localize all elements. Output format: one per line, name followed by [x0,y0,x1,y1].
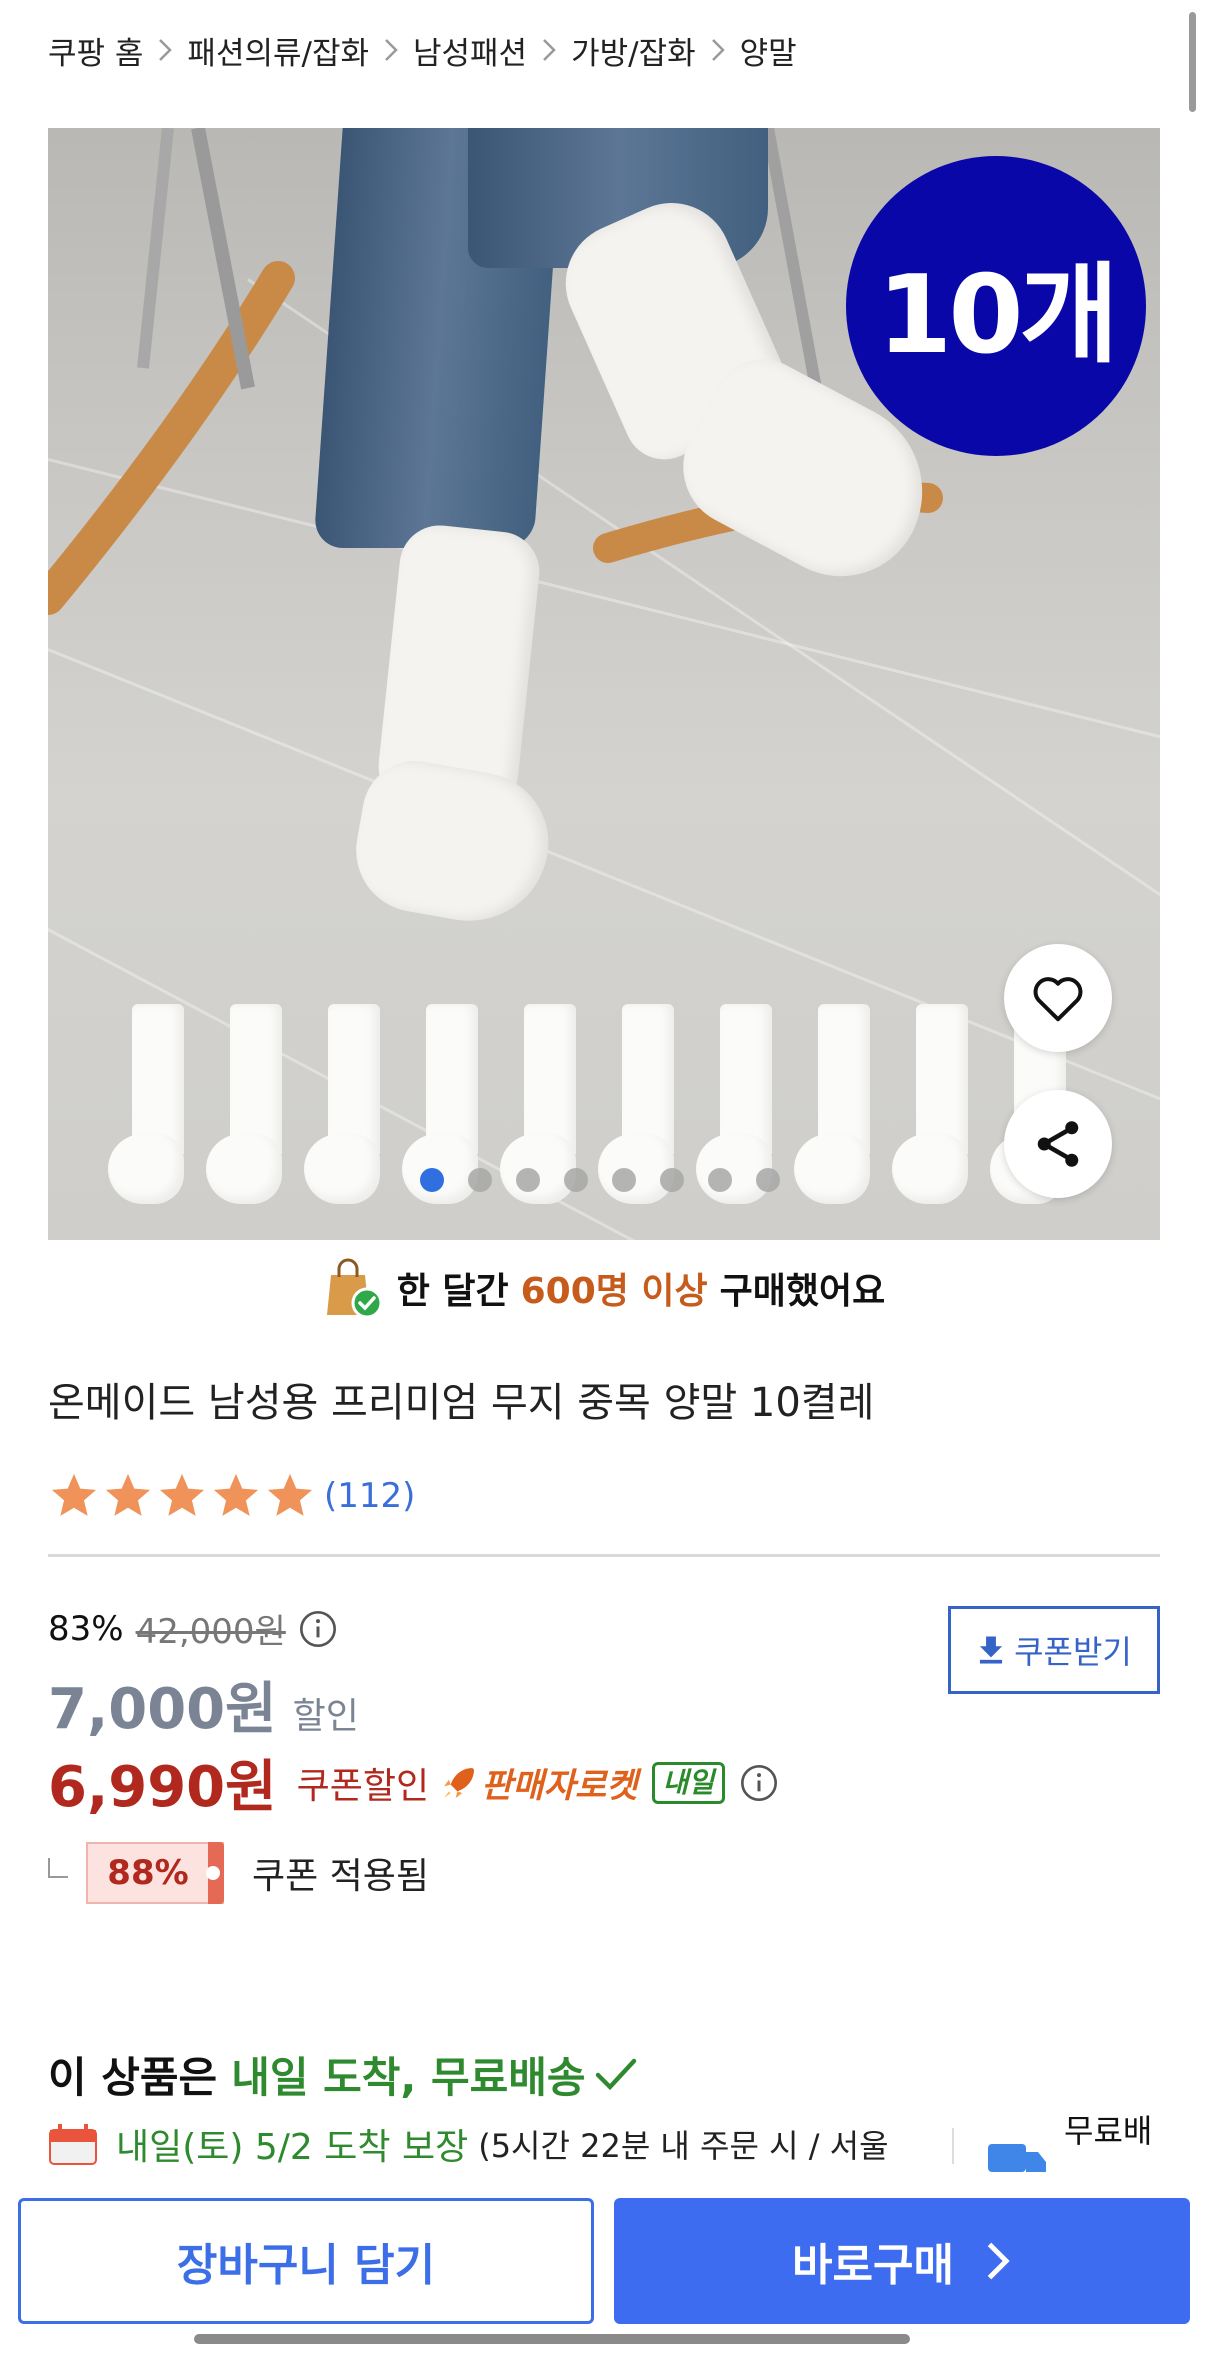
share-button[interactable] [1004,1090,1112,1198]
delivery-date: 내일(토) 5/2 도착 보장 [116,2127,469,2168]
pagination-dot[interactable] [612,1168,636,1192]
breadcrumb-item-mens-fashion[interactable]: 남성패션 [413,28,527,73]
product-image[interactable]: 10개 [48,128,1160,1240]
download-icon [980,1636,1003,1664]
chevron-right-icon [143,32,187,68]
delivery-headline-highlight: 내일 도착, 무료배송 [231,2053,586,2102]
delivery-note: (5시간 22분 내 주문 시 / 서울 [478,2127,889,2165]
star-rating [48,1470,318,1522]
pagination-dot[interactable] [660,1168,684,1192]
pagination-dot[interactable] [756,1168,780,1192]
coupon-price-row: 6,990원 쿠폰할인 판매자로켓 내일 [48,1742,779,1823]
banner-highlight: 600명 이상 [520,1271,708,1312]
sale-price-row: 7,000원 할인 [48,1664,359,1745]
discount-row: 83% 42,000원 [48,1604,338,1653]
get-coupon-label: 쿠폰받기 [1014,1633,1132,1671]
info-icon[interactable] [739,1763,779,1803]
home-indicator [194,2334,910,2344]
purchase-count-banner: 한 달간 600명 이상 구매했어요 [0,1252,1206,1324]
delivery-headline-prefix: 이 상품은 [48,2053,218,2102]
buy-now-button[interactable]: 바로구매 [614,2198,1190,2324]
banner-prefix: 한 달간 [396,1271,509,1312]
coupon-label: 쿠폰할인 [296,1765,430,1807]
pagination-dot[interactable] [708,1168,732,1192]
truck-icon [988,2144,1046,2172]
star-icon [213,1473,259,1516]
info-icon[interactable] [298,1609,338,1649]
sale-label: 할인 [292,1696,359,1737]
pagination-dot[interactable] [564,1168,588,1192]
chevron-right-icon [696,32,740,68]
original-price: 42,000원 [135,1612,286,1652]
breadcrumb-item-fashion[interactable]: 패션의류/잡화 [187,28,369,73]
image-pagination[interactable] [420,1168,780,1192]
heart-icon [1033,977,1083,1022]
free-shipping-label: 무료배 [1064,2112,1153,2150]
coupon-applied-row: 88% 쿠폰 적용됨 [48,1842,429,1904]
quantity-badge: 10개 [846,156,1146,456]
tomorrow-delivery-tag: 내일 [651,1761,726,1804]
breadcrumb-item-home[interactable]: 쿠팡 홈 [48,28,143,73]
pagination-dot[interactable] [468,1168,492,1192]
chevron-right-icon [369,32,413,68]
star-icon [159,1473,205,1516]
divider [952,2128,954,2164]
calendar-icon [49,2124,97,2165]
pagination-dot[interactable] [516,1168,540,1192]
coupon-applied-text: 쿠폰 적용됨 [252,1856,430,1897]
seller-rocket-badge: 판매자로켓 [439,1758,638,1807]
divider [48,1554,1160,1557]
star-icon [267,1473,313,1516]
bottom-action-bar: 장바구니 담기 바로구매 [0,2186,1206,2356]
buy-now-label: 바로구매 [792,2240,954,2291]
discount-rate: 83% [48,1608,124,1649]
star-icon [105,1473,151,1516]
shopping-bag-icon [321,1257,383,1319]
rocket-icon [444,1767,475,1798]
breadcrumb-item-bags[interactable]: 가방/잡화 [571,28,696,73]
breadcrumb: 쿠팡 홈 패션의류/잡화 남성패션 가방/잡화 양말 [48,22,797,78]
add-to-cart-button[interactable]: 장바구니 담기 [18,2198,594,2324]
pagination-dot[interactable] [420,1168,444,1192]
share-icon [1037,1121,1079,1167]
chevron-right-icon [987,2242,1010,2280]
get-coupon-button[interactable]: 쿠폰받기 [948,1606,1160,1694]
coupon-price: 6,990원 [48,1755,277,1820]
product-title: 온메이드 남성용 프리미엄 무지 중목 양말 10켤레 [48,1380,875,1426]
add-to-cart-label: 장바구니 담기 [176,2240,436,2291]
check-icon [595,2058,636,2090]
scrollbar[interactable] [1189,12,1196,112]
seller-rocket-label: 판매자로켓 [481,1766,638,1806]
coupon-rate-badge: 88% [86,1842,224,1904]
sale-price: 7,000원 [48,1677,277,1742]
review-count-link[interactable]: (112) [324,1476,415,1516]
rating-row[interactable]: (112) [48,1470,415,1522]
wishlist-button[interactable] [1004,944,1112,1052]
banner-suffix: 구매했어요 [719,1271,886,1312]
delivery-headline: 이 상품은 내일 도착, 무료배송 [48,2044,640,2105]
breadcrumb-item-socks[interactable]: 양말 [740,28,797,73]
chevron-right-icon [527,32,571,68]
star-icon [51,1473,97,1516]
